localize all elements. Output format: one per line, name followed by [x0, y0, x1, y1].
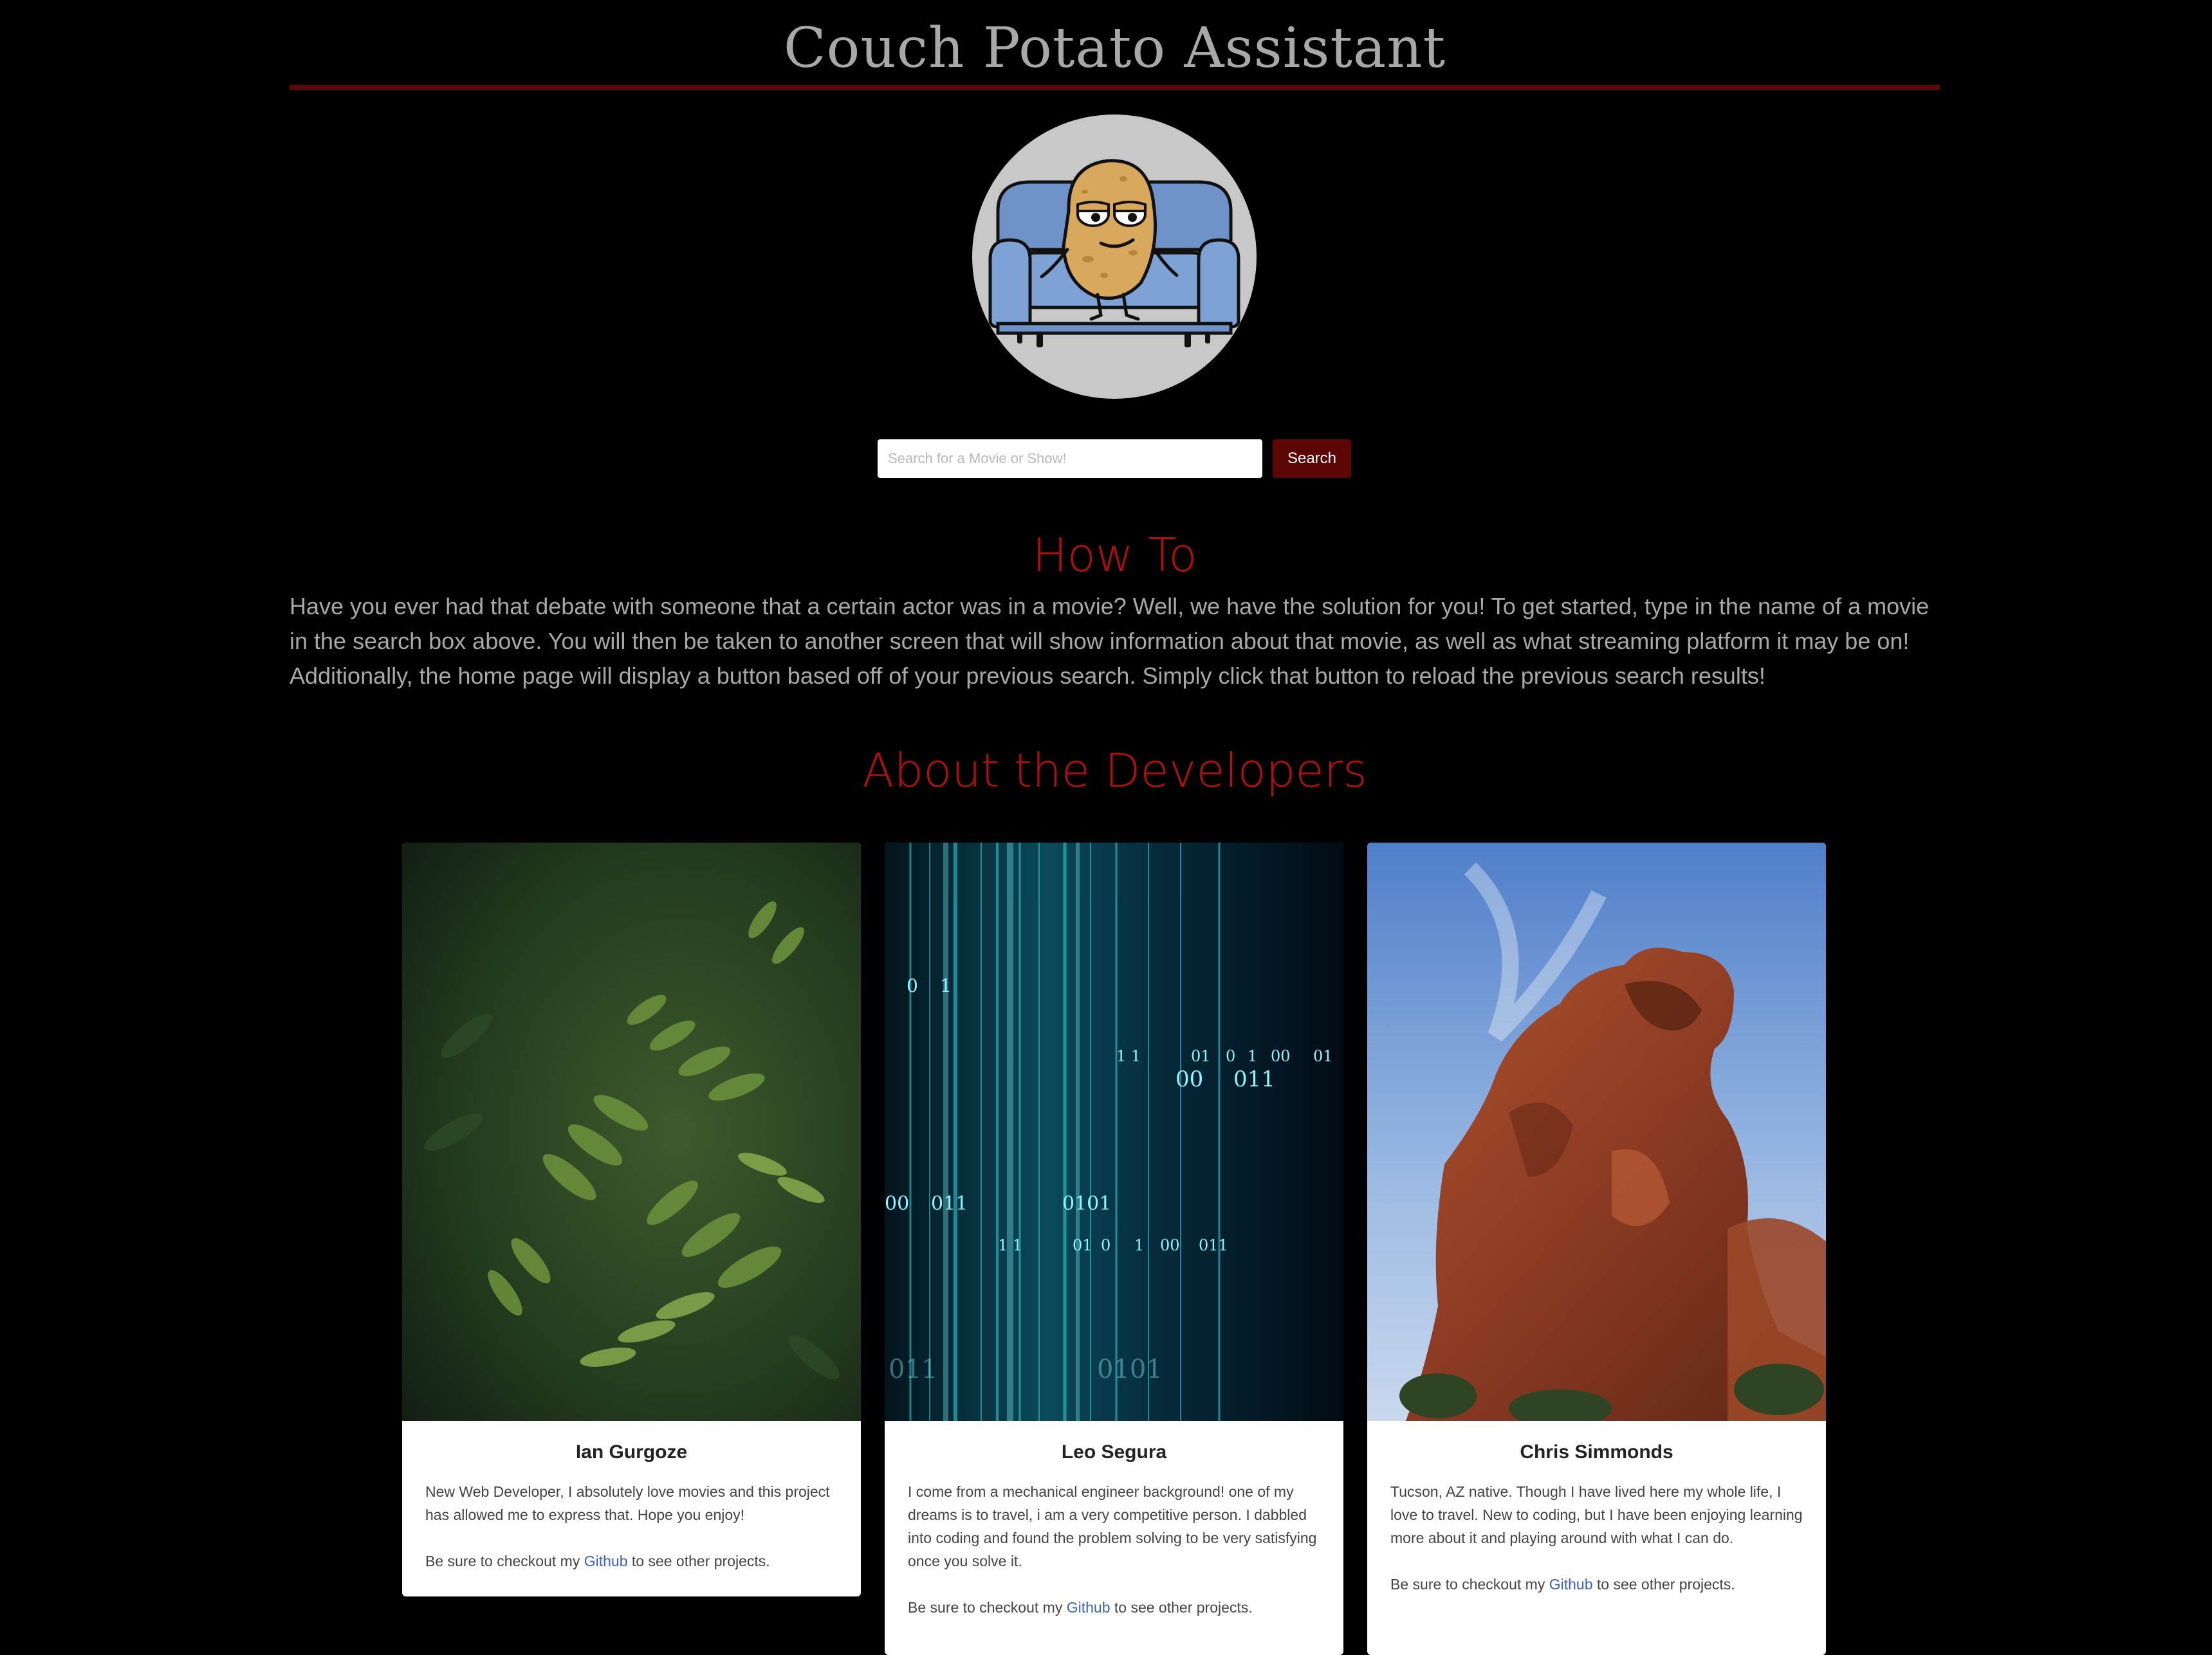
page-container: Couch Potato Assistant Search for a Movi…: [290, 0, 1940, 1655]
developer-card: Ian Gurgoze New Web Developer, I absolut…: [402, 843, 861, 1596]
developer-github-line: Be sure to checkout my Github to see oth…: [1390, 1573, 1803, 1596]
search-bar: Search: [878, 439, 1351, 478]
fern-leaves-art: [402, 843, 861, 1421]
binary-digit: 00: [1271, 1047, 1291, 1065]
binary-digit: 1: [1134, 1236, 1145, 1254]
developer-github-line: Be sure to checkout my Github to see oth…: [425, 1550, 838, 1573]
developer-bio: I come from a mechanical engineer backgr…: [908, 1483, 1317, 1569]
binary-digit: 011: [1199, 1236, 1228, 1254]
developer-name: Ian Gurgoze: [575, 1441, 688, 1463]
binary-digit: 00: [1175, 1066, 1204, 1092]
site-title: Couch Potato Assistant: [783, 16, 1446, 80]
binary-digit: 0101: [1097, 1355, 1163, 1384]
developer-card: Chris Simmonds Tucson, AZ native. Though…: [1367, 843, 1826, 1655]
binary-digit: 1 1: [998, 1236, 1023, 1254]
card-body: Ian Gurgoze New Web Developer, I absolut…: [402, 1421, 861, 1592]
search-input[interactable]: [878, 439, 1262, 478]
github-line-prefix: Be sure to checkout my: [908, 1599, 1067, 1616]
binary-digit: 0: [1226, 1047, 1236, 1065]
developer-cards: Ian Gurgoze New Web Developer, I absolut…: [402, 843, 1827, 1655]
how-to-text: Have you ever had that debate with someo…: [290, 593, 1930, 689]
github-link[interactable]: Github: [1067, 1599, 1111, 1616]
github-line-suffix: to see other projects.: [627, 1553, 770, 1569]
red-rock-image: [1367, 843, 1826, 1421]
couch-potato-logo: [972, 114, 1257, 399]
binary-digit: 1: [1248, 1047, 1258, 1065]
binary-code-image: 0 1 1 1 01 0 1 00 01 00 011 00 011 01 0 1 …: [885, 843, 1343, 1421]
binary-digit: 1 1: [1116, 1047, 1141, 1065]
binary-digit: 01: [1313, 1047, 1333, 1065]
developer-bio: New Web Developer, I absolutely love mov…: [425, 1483, 830, 1523]
developer-bio: Tucson, AZ native. Though I have lived h…: [1390, 1483, 1803, 1546]
binary-digit: 01: [1191, 1047, 1211, 1065]
binary-digit: 1: [940, 975, 952, 996]
github-line-prefix: Be sure to checkout my: [1390, 1576, 1549, 1593]
fern-leaves-image: [402, 843, 861, 1421]
couch-potato-illustration: [988, 159, 1240, 347]
binary-digit: 00: [1160, 1236, 1180, 1254]
how-to-heading: How To: [1032, 528, 1197, 582]
developer-card: 0 1 1 1 01 0 1 00 01 00 011 00 011 01 0 1 …: [885, 843, 1343, 1655]
binary-digit: 011: [1233, 1066, 1275, 1092]
binary-digit: 00: [885, 1193, 910, 1215]
github-line-suffix: to see other projects.: [1592, 1576, 1735, 1593]
github-line-suffix: to see other projects.: [1110, 1599, 1253, 1616]
card-body: Chris Simmonds Tucson, AZ native. Though…: [1367, 1421, 1826, 1615]
developer-name: Chris Simmonds: [1520, 1441, 1673, 1463]
binary-digit: 01: [1073, 1236, 1092, 1254]
search-button[interactable]: Search: [1273, 439, 1351, 478]
binary-digit: 0: [1101, 1236, 1111, 1254]
about-developers-heading: About the Developers: [862, 744, 1367, 798]
binary-digit: 011: [931, 1193, 968, 1215]
developer-github-line: Be sure to checkout my Github to see oth…: [908, 1596, 1320, 1619]
card-body: Leo Segura I come from a mechanical engi…: [885, 1421, 1343, 1638]
github-link[interactable]: Github: [1549, 1576, 1593, 1593]
binary-digit: 0101: [1062, 1193, 1112, 1215]
binary-digit: 0: [907, 975, 918, 996]
developer-name: Leo Segura: [1061, 1441, 1167, 1463]
binary-digits-overlay: 0 1 1 1 01 0 1 00 01 00 011 00 011 01 0 1 …: [885, 843, 1343, 1421]
title-divider: [290, 85, 1940, 90]
github-line-prefix: Be sure to checkout my: [425, 1553, 584, 1569]
binary-digit: 011: [889, 1355, 938, 1384]
red-rock-art: [1367, 843, 1826, 1421]
github-link[interactable]: Github: [584, 1553, 628, 1569]
